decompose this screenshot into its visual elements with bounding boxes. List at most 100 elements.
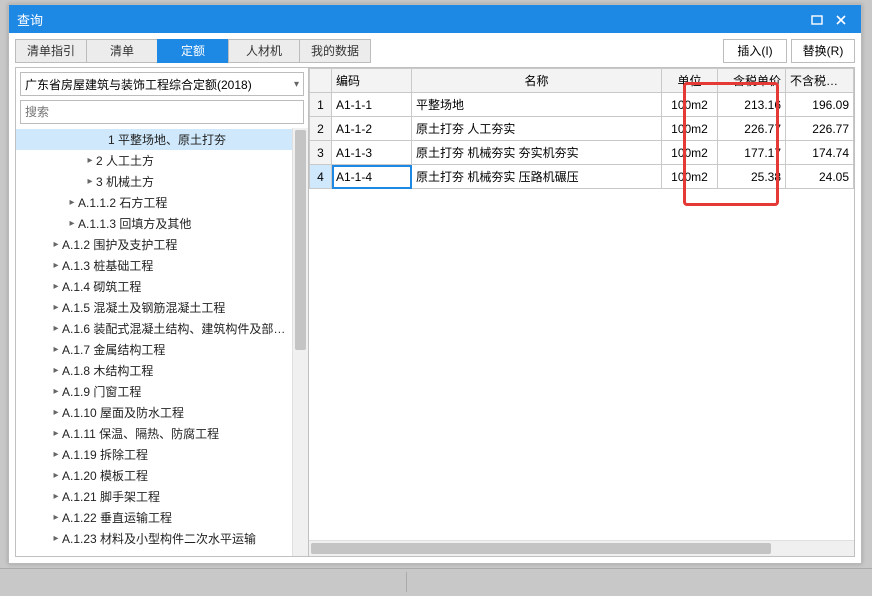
expand-icon[interactable]: ▸: [66, 218, 78, 229]
cell-unit[interactable]: 100m2: [662, 117, 718, 141]
tree-item[interactable]: ▸A.1.4 砌筑工程: [16, 276, 292, 297]
tree-item[interactable]: ▸A.1.2 围护及支护工程: [16, 234, 292, 255]
tab-list-guide[interactable]: 清单指引: [15, 39, 87, 63]
header-code[interactable]: 编码: [332, 69, 412, 93]
cell-code[interactable]: A1-1-2: [332, 117, 412, 141]
search-input[interactable]: [20, 100, 304, 124]
tree-item[interactable]: ▸A.1.5 混凝土及钢筋混凝土工程: [16, 297, 292, 318]
tree-item[interactable]: ▸A.1.11 保温、隔热、防腐工程: [16, 423, 292, 444]
cell-price-notax[interactable]: 24.05: [786, 165, 854, 189]
tree-item[interactable]: ▸A.1.20 模板工程: [16, 465, 292, 486]
header-name[interactable]: 名称: [412, 69, 662, 93]
grid[interactable]: 编码 名称 单位 含税单价 不含税单价 1A1-1-1平整场地100m2213.…: [309, 68, 854, 540]
tree-item[interactable]: ▸A.1.1.3 回填方及其他: [16, 213, 292, 234]
cell-name[interactable]: 原土打夯 机械夯实 压路机碾压: [412, 165, 662, 189]
tree-item[interactable]: ▸A.1.1.2 石方工程: [16, 192, 292, 213]
expand-icon[interactable]: ▸: [50, 407, 62, 418]
cell-code[interactable]: A1-1-1: [332, 93, 412, 117]
expand-icon[interactable]: ▸: [66, 197, 78, 208]
insert-button[interactable]: 插入(I): [723, 39, 787, 63]
titlebar: 查询: [9, 5, 861, 33]
window-title: 查询: [17, 10, 805, 29]
grid-hscrollbar[interactable]: [309, 540, 854, 556]
tree[interactable]: 1 平整场地、原土打夯▸2 人工土方▸3 机械土方▸A.1.1.2 石方工程▸A…: [16, 128, 292, 556]
tree-item[interactable]: ▸A.1.3 桩基础工程: [16, 255, 292, 276]
scroll-thumb[interactable]: [295, 130, 306, 350]
tree-item-label: A.1.5 混凝土及钢筋混凝土工程: [62, 299, 225, 316]
tree-item[interactable]: ▸A.1.22 垂直运输工程: [16, 507, 292, 528]
tree-item[interactable]: ▸A.1.23 材料及小型构件二次水平运输: [16, 528, 292, 549]
cell-name[interactable]: 原土打夯 机械夯实 夯实机夯实: [412, 141, 662, 165]
expand-icon[interactable]: ▸: [50, 470, 62, 481]
tree-item[interactable]: ▸2 人工土方: [16, 150, 292, 171]
tree-item[interactable]: ▸A.1.9 门窗工程: [16, 381, 292, 402]
close-button[interactable]: [829, 12, 853, 27]
tab-list[interactable]: 清单: [86, 39, 158, 63]
tree-item-label: A.1.8 木结构工程: [62, 362, 153, 379]
table-row[interactable]: 1A1-1-1平整场地100m2213.16196.09: [310, 93, 854, 117]
expand-icon[interactable]: ▸: [84, 176, 96, 187]
maximize-button[interactable]: [805, 12, 829, 27]
cell-price-tax[interactable]: 177.17: [718, 141, 786, 165]
query-window: 查询 清单指引 清单 定额 人材机 我的数据 插入(I) 替换(R) 广东省房屋…: [8, 4, 862, 564]
tab-mydata[interactable]: 我的数据: [299, 39, 371, 63]
tree-item[interactable]: ▸A.1.19 拆除工程: [16, 444, 292, 465]
outer-divider-vert: [406, 572, 407, 592]
header-unit[interactable]: 单位: [662, 69, 718, 93]
cell-price-notax[interactable]: 174.74: [786, 141, 854, 165]
tab-material[interactable]: 人材机: [228, 39, 300, 63]
replace-button[interactable]: 替换(R): [791, 39, 855, 63]
expand-icon[interactable]: ▸: [50, 323, 62, 334]
expand-icon[interactable]: ▸: [50, 533, 62, 544]
table-row[interactable]: 2A1-1-2原土打夯 人工夯实100m2226.77226.77: [310, 117, 854, 141]
tree-item[interactable]: ▸A.1.7 金属结构工程: [16, 339, 292, 360]
cell-unit[interactable]: 100m2: [662, 165, 718, 189]
expand-icon[interactable]: ▸: [50, 239, 62, 250]
window-body: 清单指引 清单 定额 人材机 我的数据 插入(I) 替换(R) 广东省房屋建筑与…: [9, 33, 861, 563]
cell-price-notax[interactable]: 196.09: [786, 93, 854, 117]
tree-item[interactable]: ▸A.1.6 装配式混凝土结构、建筑构件及部…: [16, 318, 292, 339]
expand-icon[interactable]: ▸: [50, 365, 62, 376]
cell-code[interactable]: A1-1-4: [332, 165, 412, 189]
tree-item[interactable]: ▸A.1.21 脚手架工程: [16, 486, 292, 507]
tree-scrollbar[interactable]: [292, 128, 308, 556]
quota-book-combo[interactable]: 广东省房屋建筑与装饰工程综合定额(2018) ▾: [20, 72, 304, 96]
cell-price-tax[interactable]: 226.77: [718, 117, 786, 141]
tree-item[interactable]: ▸A.1.10 屋面及防水工程: [16, 402, 292, 423]
maximize-icon: [811, 15, 823, 25]
expand-icon[interactable]: ▸: [50, 449, 62, 460]
header-price-tax[interactable]: 含税单价: [718, 69, 786, 93]
table-row[interactable]: 3A1-1-3原土打夯 机械夯实 夯实机夯实100m2177.17174.74: [310, 141, 854, 165]
tree-item-label: A.1.4 砌筑工程: [62, 278, 141, 295]
cell-name[interactable]: 平整场地: [412, 93, 662, 117]
cell-unit[interactable]: 100m2: [662, 141, 718, 165]
expand-icon[interactable]: ▸: [50, 386, 62, 397]
row-number: 1: [310, 93, 332, 117]
expand-icon[interactable]: ▸: [50, 302, 62, 313]
tree-item-label: A.1.21 脚手架工程: [62, 488, 160, 505]
cell-price-tax[interactable]: 25.38: [718, 165, 786, 189]
expand-icon[interactable]: ▸: [50, 260, 62, 271]
tree-item-label: A.1.9 门窗工程: [62, 383, 141, 400]
expand-icon[interactable]: ▸: [84, 155, 96, 166]
expand-icon[interactable]: ▸: [50, 428, 62, 439]
table-row[interactable]: 4A1-1-4原土打夯 机械夯实 压路机碾压100m225.3824.05: [310, 165, 854, 189]
cell-code[interactable]: A1-1-3: [332, 141, 412, 165]
cell-price-notax[interactable]: 226.77: [786, 117, 854, 141]
cell-price-tax[interactable]: 213.16: [718, 93, 786, 117]
tree-item[interactable]: ▸3 机械土方: [16, 171, 292, 192]
expand-icon[interactable]: ▸: [50, 281, 62, 292]
data-table: 编码 名称 单位 含税单价 不含税单价 1A1-1-1平整场地100m2213.…: [309, 68, 854, 189]
expand-icon[interactable]: ▸: [50, 512, 62, 523]
tree-item[interactable]: ▸A.1.8 木结构工程: [16, 360, 292, 381]
tree-item[interactable]: 1 平整场地、原土打夯: [16, 129, 292, 150]
hscroll-thumb[interactable]: [311, 543, 771, 554]
header-price-notax[interactable]: 不含税单价: [786, 69, 854, 93]
expand-icon[interactable]: ▸: [50, 344, 62, 355]
left-pane: 广东省房屋建筑与装饰工程综合定额(2018) ▾ 1 平整场地、原土打夯▸2 人…: [16, 68, 309, 556]
chevron-down-icon: ▾: [294, 79, 299, 90]
cell-name[interactable]: 原土打夯 人工夯实: [412, 117, 662, 141]
expand-icon[interactable]: ▸: [50, 491, 62, 502]
tab-quota[interactable]: 定额: [157, 39, 229, 63]
cell-unit[interactable]: 100m2: [662, 93, 718, 117]
